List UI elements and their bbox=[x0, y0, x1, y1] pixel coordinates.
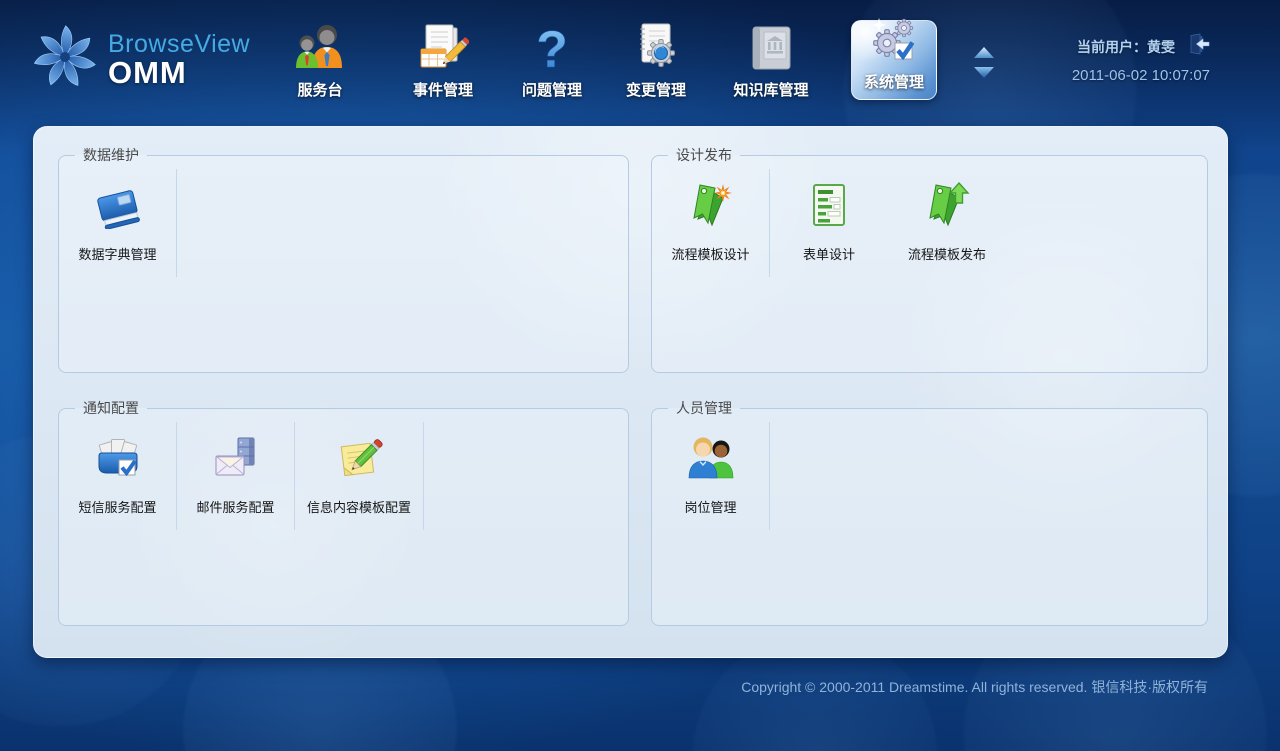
launcher-label: 流程模板发布 bbox=[908, 244, 986, 263]
brand-subtitle: OMM bbox=[108, 57, 250, 88]
launcher-process-template-design[interactable]: 流程模板设计 bbox=[652, 169, 770, 277]
nav-collapse-arrows[interactable] bbox=[972, 45, 996, 81]
current-datetime: 2011-06-02 10:07:07 bbox=[1072, 67, 1210, 84]
sms-folders-check-icon bbox=[94, 434, 142, 487]
nav-item-change-management[interactable]: 变更管理 bbox=[604, 14, 708, 100]
knowledge-book-icon bbox=[745, 16, 797, 74]
top-bar: BrowseView OMM 服务台 bbox=[0, 0, 1280, 120]
triangle-up-icon bbox=[974, 47, 994, 58]
document-gear-icon bbox=[630, 16, 682, 74]
launcher-label: 邮件服务配置 bbox=[196, 497, 274, 516]
app-window: BrowseView OMM 服务台 bbox=[0, 0, 1280, 751]
panel-notification-config: 通知配置 bbox=[58, 398, 629, 626]
nav-item-incident-management[interactable]: 事件管理 bbox=[391, 14, 495, 100]
panel-title: 人员管理 bbox=[668, 398, 740, 418]
launcher-sms-service-config[interactable]: 短信服务配置 bbox=[59, 422, 177, 530]
incident-documents-pencil-icon bbox=[417, 16, 469, 74]
panel-personnel-management: 人员管理 岗位管理 bbox=[651, 398, 1208, 626]
nav-item-problem-management[interactable]: ? 问题管理 bbox=[500, 14, 604, 100]
panel-title: 设计发布 bbox=[668, 145, 740, 165]
green-ribbon-up-arrow-icon bbox=[923, 181, 971, 234]
nav-label: 问题管理 bbox=[522, 79, 582, 100]
gears-check-icon bbox=[871, 17, 917, 68]
launcher-message-template-config[interactable]: 信息内容模板配置 bbox=[295, 422, 424, 530]
user-info: 当前用户：黄雯 2011-06-02 10:07:07 bbox=[1072, 33, 1210, 84]
launcher-mail-service-config[interactable]: 邮件服务配置 bbox=[177, 422, 295, 530]
launcher-process-template-publish[interactable]: 流程模板发布 bbox=[888, 169, 1006, 277]
launcher-form-design[interactable]: 表单设计 bbox=[770, 169, 888, 277]
panel-data-maintenance: 数据维护 bbox=[58, 145, 629, 373]
main-content-panel: 数据维护 bbox=[33, 126, 1228, 658]
launcher-label: 信息内容模板配置 bbox=[307, 497, 411, 516]
panel-title: 数据维护 bbox=[75, 145, 147, 165]
nav-item-knowledge-base[interactable]: 知识库管理 bbox=[713, 14, 829, 100]
launcher-position-management[interactable]: 岗位管理 bbox=[652, 422, 770, 530]
service-desk-people-icon bbox=[294, 16, 346, 74]
launcher-label: 岗位管理 bbox=[684, 497, 736, 516]
form-design-icon bbox=[805, 181, 853, 234]
pinwheel-logo-icon bbox=[28, 20, 102, 99]
nav-label: 服务台 bbox=[297, 79, 342, 100]
blue-book-icon bbox=[94, 181, 142, 234]
launcher-label: 流程模板设计 bbox=[671, 244, 749, 263]
panel-title: 通知配置 bbox=[75, 398, 147, 418]
brand-title: BrowseView bbox=[108, 31, 250, 57]
note-pencil-icon bbox=[335, 434, 383, 487]
svg-text:?: ? bbox=[536, 22, 568, 74]
current-user-label: 当前用户：黄雯 bbox=[1077, 37, 1175, 57]
launcher-data-dictionary[interactable]: 数据字典管理 bbox=[59, 169, 177, 277]
nav-label: 系统管理 bbox=[864, 71, 924, 92]
launcher-label: 数据字典管理 bbox=[78, 244, 156, 263]
green-ribbon-star-icon bbox=[687, 181, 735, 234]
nav-label: 变更管理 bbox=[626, 79, 686, 100]
app-logo: BrowseView OMM bbox=[28, 20, 250, 99]
triangle-down-icon bbox=[974, 67, 994, 78]
launcher-label: 表单设计 bbox=[803, 244, 855, 263]
logout-door-icon[interactable] bbox=[1188, 33, 1210, 60]
launcher-label: 短信服务配置 bbox=[78, 497, 156, 516]
two-people-icon bbox=[687, 434, 735, 487]
nav-label: 知识库管理 bbox=[733, 79, 808, 100]
question-mark-icon: ? bbox=[526, 16, 578, 74]
copyright-text: Copyright © 2000-2011 Dreamstime. All ri… bbox=[741, 677, 1208, 697]
nav-label: 事件管理 bbox=[413, 79, 473, 100]
nav-item-system-management-selected[interactable]: 系统管理 bbox=[851, 20, 937, 100]
panel-design-publish: 设计发布 流程模板设计 bbox=[651, 145, 1208, 373]
mail-server-icon bbox=[212, 434, 260, 487]
nav-item-service-desk[interactable]: 服务台 bbox=[268, 14, 372, 100]
